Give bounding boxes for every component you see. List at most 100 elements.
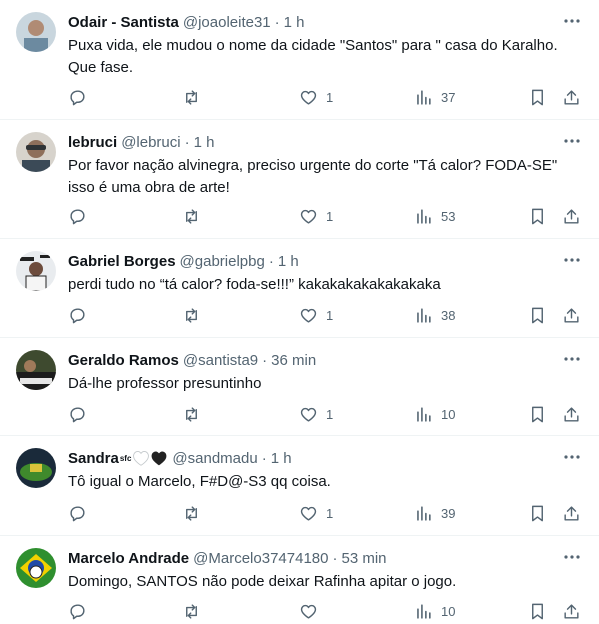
heart-icon — [300, 604, 317, 619]
timestamp[interactable]: 1 h — [278, 253, 299, 270]
share-icon — [564, 208, 579, 224]
reply-button[interactable] — [68, 303, 87, 327]
timestamp[interactable]: 36 min — [271, 352, 316, 369]
avatar[interactable] — [16, 548, 56, 588]
share-button[interactable] — [562, 599, 581, 623]
display-name[interactable]: Marcelo Andrade — [68, 550, 189, 567]
bookmark-icon — [532, 406, 543, 422]
avatar[interactable] — [16, 132, 56, 172]
more-options-icon[interactable] — [561, 130, 583, 152]
tweet-text: perdi tudo no “tá calor? foda-se!!!” kak… — [68, 276, 441, 293]
user-handle[interactable]: @lebruci — [121, 134, 180, 151]
display-name[interactable]: lebruci — [68, 134, 117, 151]
views-button[interactable]: 38 — [414, 303, 455, 327]
tweet[interactable]: Sandra sfc @sandmadu · 1 h Tô igual o Ma… — [0, 436, 599, 536]
like-button[interactable]: 1 — [299, 501, 333, 525]
reply-icon — [70, 307, 85, 323]
share-icon — [564, 505, 579, 521]
display-name[interactable]: Gabriel Borges — [68, 253, 176, 270]
views-button[interactable]: 39 — [414, 501, 455, 525]
like-button[interactable]: 1 — [299, 402, 333, 426]
like-count: 1 — [326, 208, 334, 224]
more-options-icon[interactable] — [561, 546, 583, 568]
bookmark-button[interactable] — [528, 85, 547, 109]
display-name[interactable]: Geraldo Ramos — [68, 352, 179, 369]
tweet-header: Marcelo Andrade @Marcelo37474180 · 53 mi… — [68, 548, 583, 568]
views-bar-chart-icon — [417, 208, 431, 224]
tweet[interactable]: Marcelo Andrade @Marcelo37474180 · 53 mi… — [0, 536, 599, 624]
bookmark-button[interactable] — [528, 599, 547, 623]
heart-icon — [300, 90, 317, 105]
like-button[interactable] — [299, 599, 318, 623]
retweet-button[interactable] — [182, 204, 201, 228]
tweet[interactable]: Geraldo Ramos @santista9 · 36 min Dá-lhe… — [0, 338, 599, 436]
reply-button[interactable] — [68, 85, 87, 109]
reply-button[interactable] — [68, 402, 87, 426]
user-handle[interactable]: @gabrielpbg — [180, 253, 265, 270]
tweet-body: Marcelo Andrade @Marcelo37474180 · 53 mi… — [68, 548, 583, 593]
user-handle[interactable]: @sandmadu — [172, 450, 257, 467]
views-button[interactable]: 37 — [414, 85, 455, 109]
share-button[interactable] — [562, 501, 581, 525]
user-handle[interactable]: @joaoleite31 — [183, 14, 271, 31]
more-options-icon[interactable] — [561, 348, 583, 370]
heart-icon — [300, 407, 317, 422]
heart-icon — [300, 506, 317, 521]
retweet-button[interactable] — [182, 402, 201, 426]
views-button[interactable]: 10 — [414, 599, 455, 623]
tweet[interactable]: Gabriel Borges @gabrielpbg · 1 h perdi t… — [0, 239, 599, 338]
avatar[interactable] — [16, 350, 56, 390]
timestamp[interactable]: 53 min — [341, 550, 386, 567]
bookmark-button[interactable] — [528, 501, 547, 525]
more-options-icon[interactable] — [561, 10, 583, 32]
share-button[interactable] — [562, 402, 581, 426]
tweet-header: Gabriel Borges @gabrielpbg · 1 h — [68, 251, 583, 271]
like-button[interactable]: 1 — [299, 85, 333, 109]
share-icon — [564, 406, 579, 422]
user-handle[interactable]: @Marcelo37474180 — [193, 550, 328, 567]
view-count: 39 — [441, 505, 456, 521]
bookmark-button[interactable] — [528, 204, 547, 228]
like-button[interactable]: 1 — [299, 204, 333, 228]
like-count: 1 — [326, 89, 334, 105]
black-heart-icon — [152, 451, 167, 466]
share-button[interactable] — [562, 303, 581, 327]
tweet-actions: 1 39 — [68, 501, 583, 525]
heart-icon — [300, 308, 317, 323]
more-options-icon[interactable] — [561, 249, 583, 271]
views-button[interactable]: 10 — [414, 402, 455, 426]
avatar[interactable] — [16, 251, 56, 291]
retweet-button[interactable] — [182, 85, 201, 109]
retweet-button[interactable] — [182, 599, 201, 623]
like-button[interactable]: 1 — [299, 303, 333, 327]
reply-button[interactable] — [68, 599, 87, 623]
reply-button[interactable] — [68, 204, 87, 228]
tweet[interactable]: Odair - Santista @joaoleite31 · 1 h Puxa… — [0, 0, 599, 120]
retweet-icon — [186, 307, 197, 323]
avatar[interactable] — [16, 448, 56, 488]
share-button[interactable] — [562, 85, 581, 109]
tweet-text: Por favor nação alvinegra, preciso urgen… — [68, 157, 558, 196]
reply-icon — [70, 406, 85, 422]
name-emojis — [132, 450, 168, 466]
retweet-icon — [186, 208, 197, 224]
retweet-button[interactable] — [182, 501, 201, 525]
bookmark-button[interactable] — [528, 303, 547, 327]
separator-dot: · — [268, 252, 274, 270]
display-name[interactable]: Odair - Santista — [68, 14, 179, 31]
share-button[interactable] — [562, 204, 581, 228]
reply-button[interactable] — [68, 501, 87, 525]
views-button[interactable]: 53 — [414, 204, 455, 228]
display-name[interactable]: Sandra — [68, 450, 119, 467]
tweet[interactable]: lebruci @lebruci · 1 h Por favor nação a… — [0, 120, 599, 239]
avatar[interactable] — [16, 12, 56, 52]
view-count: 38 — [441, 307, 456, 323]
user-handle[interactable]: @santista9 — [183, 352, 258, 369]
timestamp[interactable]: 1 h — [194, 134, 215, 151]
retweet-icon — [186, 89, 197, 105]
more-options-icon[interactable] — [561, 446, 583, 468]
retweet-button[interactable] — [182, 303, 201, 327]
timestamp[interactable]: 1 h — [284, 14, 305, 31]
bookmark-button[interactable] — [528, 402, 547, 426]
timestamp[interactable]: 1 h — [271, 450, 292, 467]
